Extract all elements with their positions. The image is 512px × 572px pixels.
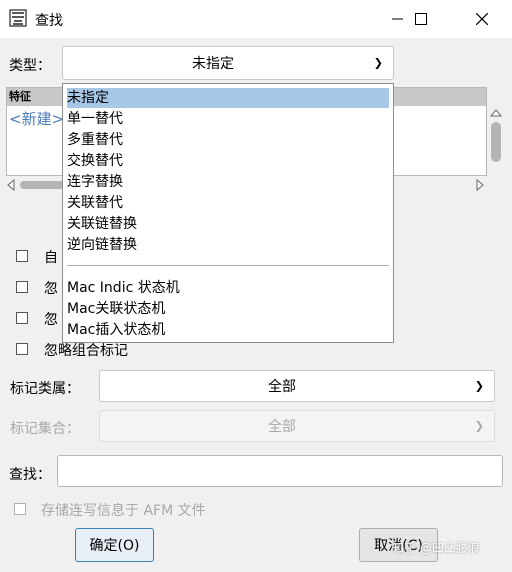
feature-vertical-scrollbar[interactable] [489, 108, 503, 176]
dropdown-item-reverse-chaining[interactable]: 逆向链替换 [67, 235, 137, 255]
type-dropdown-list[interactable]: 未指定 单一替代 多重替代 交换替代 连字替换 关联替代 关联链替换 逆向链替换… [62, 83, 394, 343]
dropdown-item-mac-contextual[interactable]: Mac关联状态机 [67, 299, 165, 319]
checkbox-2[interactable] [16, 281, 28, 293]
dropdown-item-single-subst[interactable]: 单一替代 [67, 109, 123, 129]
checkbox-3-label: 忽 [44, 312, 58, 328]
mark-set-label: 标记集合： [10, 421, 80, 437]
feature-new-item[interactable]: <新建> [9, 108, 64, 129]
dropdown-item-multiple-subst[interactable]: 多重替代 [67, 130, 123, 150]
store-afm-label: 存储连写信息于 AFM 文件 [41, 503, 206, 519]
chevron-down-icon: ❯ [474, 419, 484, 433]
chevron-down-icon: ❯ [373, 56, 383, 70]
store-afm-checkbox[interactable] [14, 503, 26, 515]
checkbox-3[interactable] [16, 312, 28, 324]
close-button[interactable] [459, 0, 505, 38]
search-input[interactable] [57, 455, 503, 487]
scroll-right-icon[interactable] [475, 178, 485, 192]
dropdown-item-mac-insertion[interactable]: Mac插入状态机 [67, 320, 165, 340]
maximize-button[interactable] [398, 0, 444, 38]
mark-class-label: 标记类属： [10, 381, 80, 397]
dropdown-item-ligature-subst[interactable]: 连字替换 [67, 172, 123, 192]
mark-class-value: 全部 [268, 379, 296, 395]
checkbox-1-label: 自 [44, 250, 58, 266]
ignore-combining-marks-checkbox[interactable] [16, 343, 28, 355]
search-label: 查找： [9, 467, 51, 483]
dropdown-item-mac-indic[interactable]: Mac Indic 状态机 [67, 278, 180, 298]
mark-set-value: 全部 [268, 419, 296, 435]
maximize-icon [415, 13, 427, 25]
mark-set-select[interactable]: 全部 ❯ [99, 410, 495, 442]
watermark: 知乎 @凹凸腰浪 [392, 541, 480, 555]
scroll-left-icon[interactable] [6, 178, 16, 192]
dropdown-item-alternate-subst[interactable]: 交换替代 [67, 151, 123, 171]
type-select-value: 未指定 [192, 56, 234, 72]
vertical-scroll-thumb[interactable] [491, 122, 501, 162]
dropdown-item-contextual-subst[interactable]: 关联替代 [67, 193, 123, 213]
dropdown-separator [67, 265, 389, 266]
checkbox-2-label: 忽 [44, 281, 58, 297]
mark-class-select[interactable]: 全部 ❯ [99, 370, 495, 402]
window-title: 查找 [35, 13, 63, 29]
title-bar: 查找 [0, 0, 512, 38]
checkbox-1[interactable] [16, 250, 28, 262]
dropdown-item-unspecified[interactable]: 未指定 [67, 88, 389, 108]
dropdown-item-chaining-subst[interactable]: 关联链替换 [67, 214, 137, 234]
close-icon [476, 13, 488, 25]
scroll-up-icon[interactable] [489, 108, 503, 118]
ok-button[interactable]: 确定(O) [75, 528, 154, 562]
app-icon [9, 9, 27, 27]
chevron-down-icon: ❯ [474, 379, 484, 393]
type-label: 类型： [9, 58, 51, 74]
ignore-combining-marks-label: 忽略组合标记 [44, 343, 128, 359]
type-select[interactable]: 未指定 ❯ [62, 46, 394, 80]
